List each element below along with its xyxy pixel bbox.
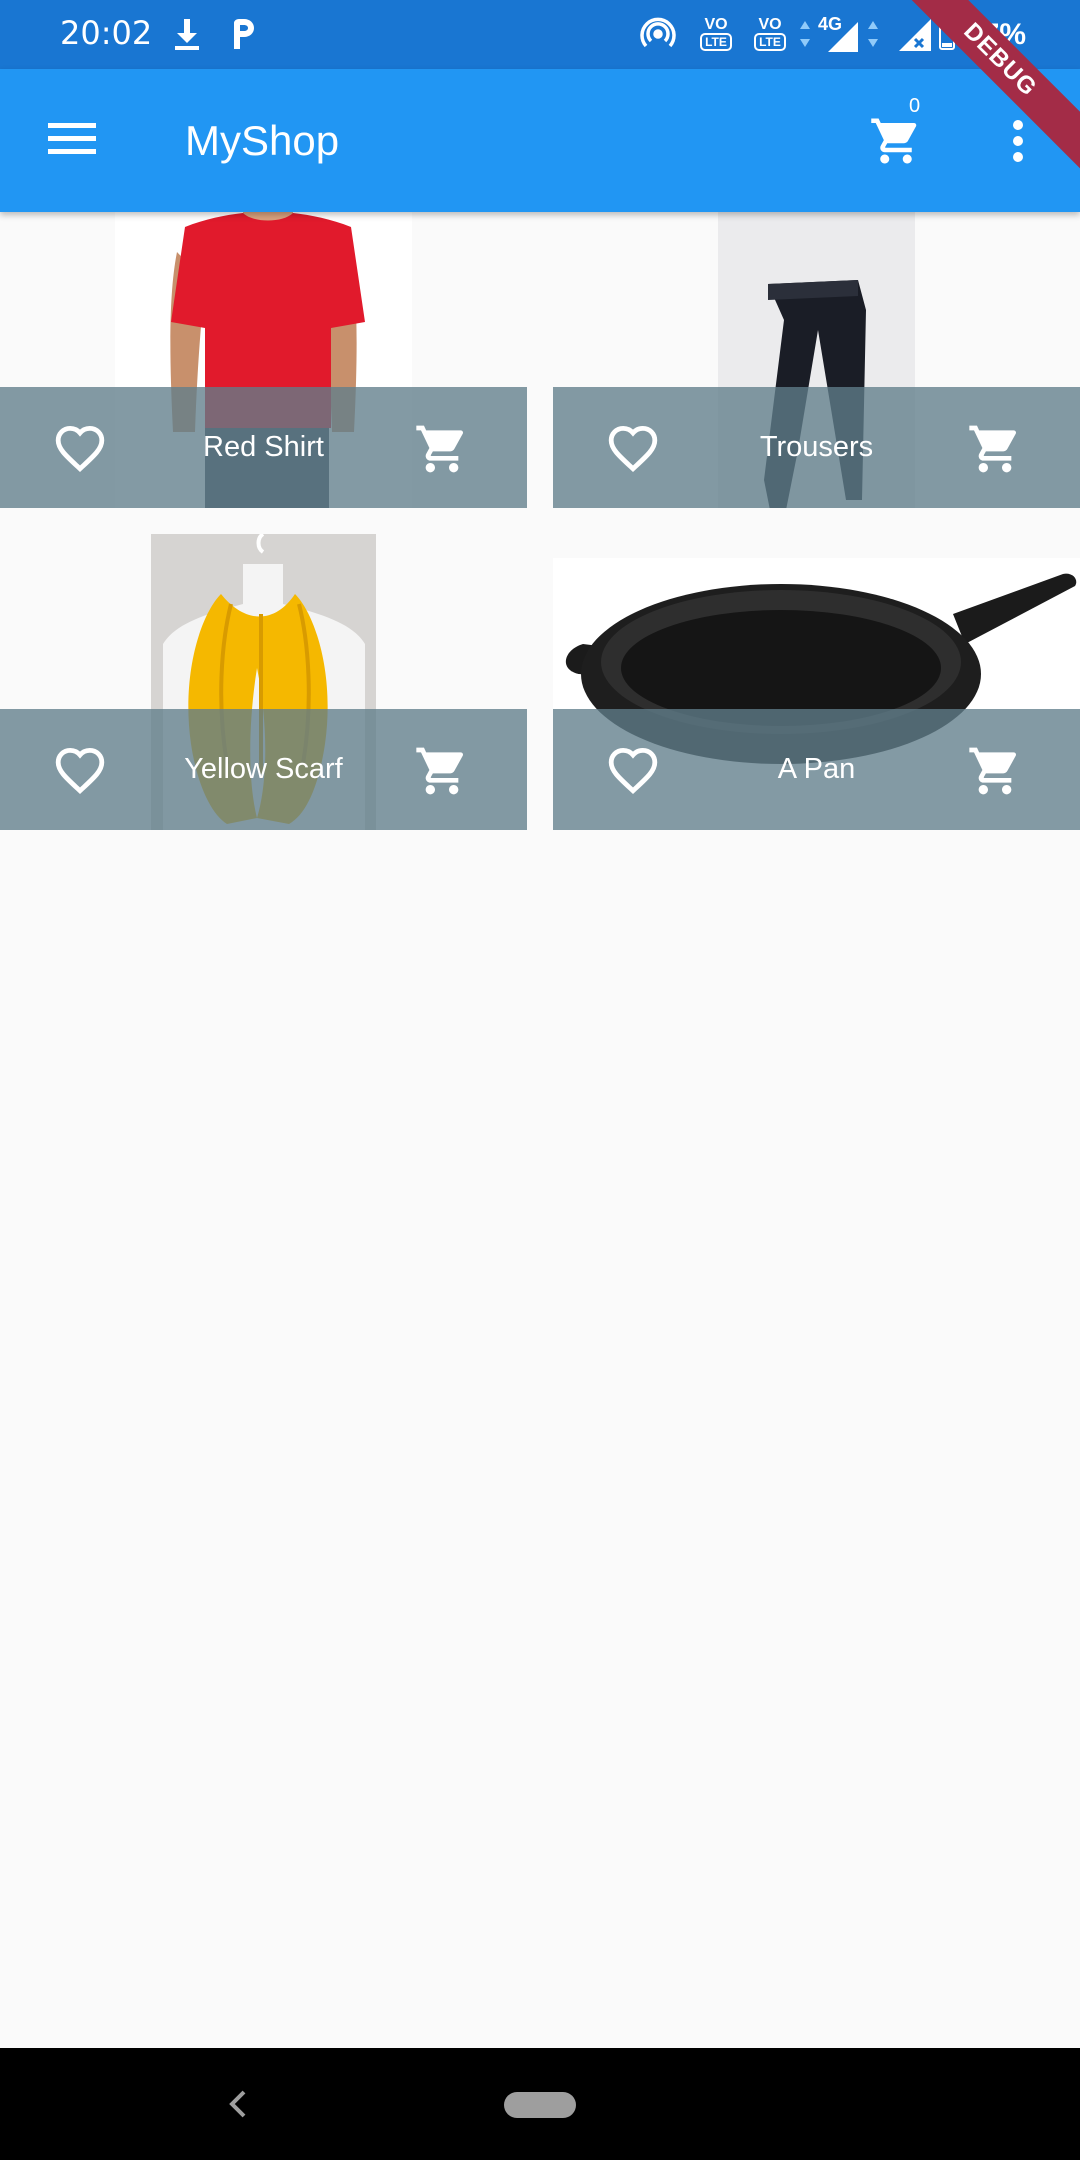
product-title: A Pan xyxy=(777,753,856,785)
shopping-cart-icon xyxy=(416,425,464,473)
add-to-cart-button[interactable] xyxy=(412,419,472,479)
heart-outline-icon xyxy=(55,425,105,472)
download-icon xyxy=(170,14,204,54)
lte-1-label: LTE xyxy=(700,33,732,51)
paytm-icon xyxy=(228,14,258,54)
tile-footer: Red Shirt xyxy=(0,387,527,508)
product-title: Trousers xyxy=(759,431,874,463)
data-arrows-icon xyxy=(796,14,814,54)
cart-button[interactable] xyxy=(860,105,932,177)
data-arrows-2-icon xyxy=(864,14,882,54)
signal-4g-icon: 4G xyxy=(818,14,862,54)
heart-outline-icon xyxy=(608,747,658,794)
status-bar: 20:02 VO LTE VO LTE 4G 17% xyxy=(0,0,1080,69)
volte-2-icon: VO LTE xyxy=(750,14,790,54)
favorite-button[interactable] xyxy=(605,423,661,473)
shopping-cart-icon xyxy=(969,425,1017,473)
more-vert-icon xyxy=(1013,120,1023,162)
app-title: MyShop xyxy=(185,117,340,164)
add-to-cart-button[interactable] xyxy=(965,419,1025,479)
home-pill-icon[interactable] xyxy=(504,2092,576,2118)
product-title: Red Shirt xyxy=(203,431,324,463)
volte-1-label: VO xyxy=(704,16,728,33)
tile-footer: Yellow Scarf xyxy=(0,709,527,830)
network-label: 4G xyxy=(818,14,843,34)
tile-footer: A Pan xyxy=(553,709,1080,830)
favorite-button[interactable] xyxy=(605,745,661,795)
shopping-cart-icon xyxy=(871,118,917,164)
heart-outline-icon xyxy=(55,747,105,794)
system-nav-bar xyxy=(0,2048,1080,2160)
status-time: 20:02 xyxy=(60,14,153,52)
volte-1-icon: VO LTE xyxy=(696,14,736,54)
back-icon xyxy=(229,2090,246,2118)
tile-footer: Trousers xyxy=(553,387,1080,508)
menu-button[interactable] xyxy=(36,99,108,179)
back-button[interactable] xyxy=(218,2084,258,2124)
product-title: Yellow Scarf xyxy=(184,753,343,785)
favorite-button[interactable] xyxy=(52,745,108,795)
volte-2-label: VO xyxy=(758,16,782,33)
hotspot-icon xyxy=(638,14,678,54)
heart-outline-icon xyxy=(608,425,658,472)
product-tile[interactable]: Trousers xyxy=(553,212,1080,508)
menu-icon xyxy=(48,123,96,154)
lte-2-label: LTE xyxy=(754,33,786,51)
favorite-button[interactable] xyxy=(52,423,108,473)
cart-badge: 0 xyxy=(909,95,921,117)
product-tile[interactable]: A Pan xyxy=(553,534,1080,830)
app-bar: MyShop 0 xyxy=(0,69,1080,212)
shopping-cart-icon xyxy=(969,747,1017,795)
product-tile[interactable]: Yellow Scarf xyxy=(0,534,527,830)
add-to-cart-button[interactable] xyxy=(965,741,1025,801)
shopping-cart-icon xyxy=(416,747,464,795)
product-tile[interactable]: Red Shirt xyxy=(0,212,527,508)
add-to-cart-button[interactable] xyxy=(412,741,472,801)
signal-no-data-icon xyxy=(894,14,934,54)
